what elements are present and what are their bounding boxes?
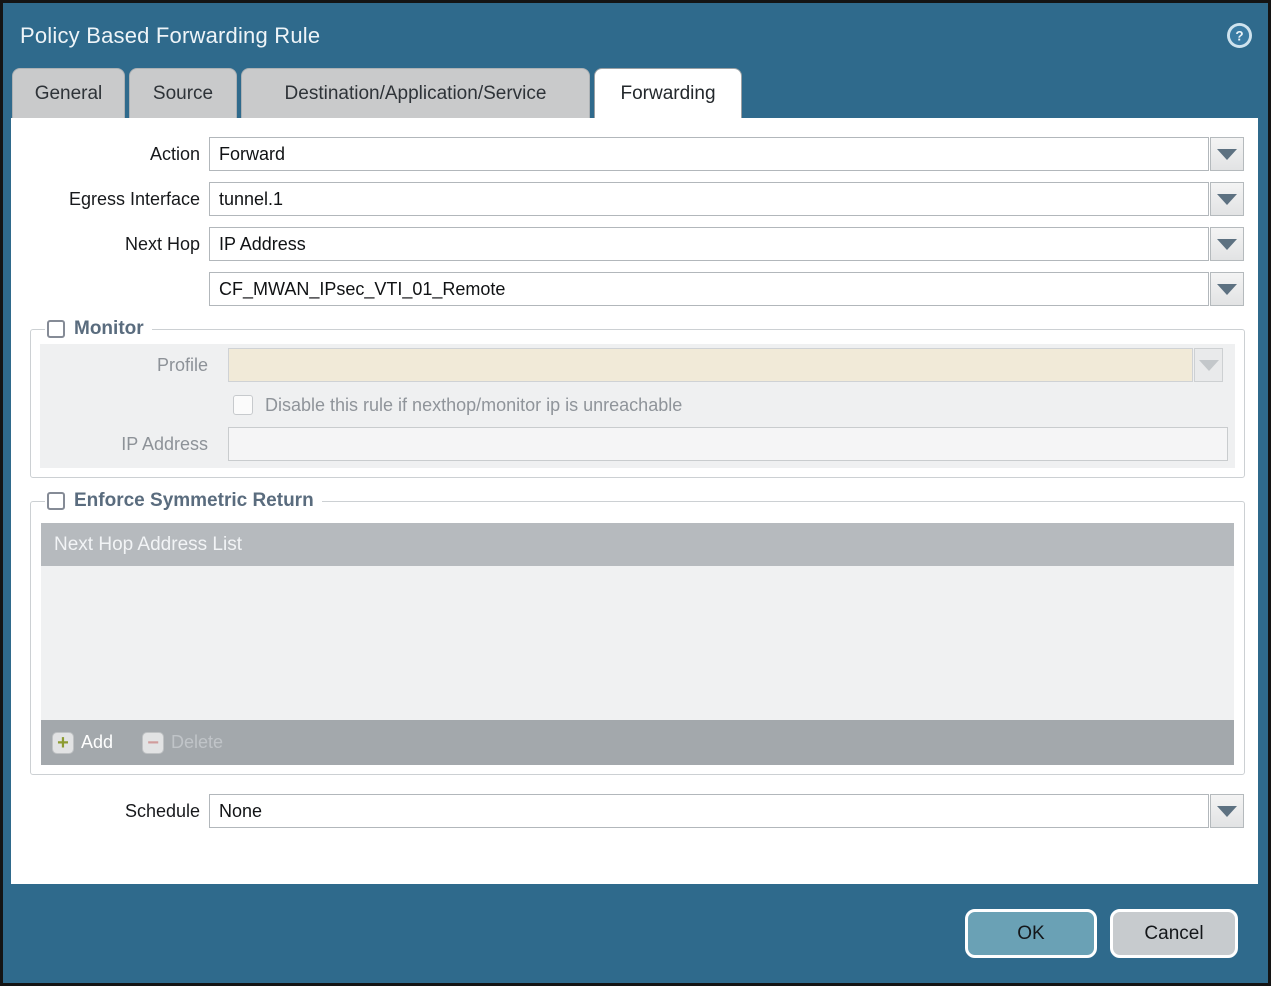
profile-dropdown-button <box>1194 348 1223 382</box>
next-hop-address-value: CF_MWAN_IPsec_VTI_01_Remote <box>209 272 1209 306</box>
next-hop-type-select[interactable]: IP Address <box>209 227 1244 261</box>
egress-interface-select[interactable]: tunnel.1 <box>209 182 1244 216</box>
monitor-legend: Monitor <box>45 318 152 340</box>
action-select[interactable]: Forward <box>209 137 1244 171</box>
enforce-symmetric-return-title: Enforce Symmetric Return <box>74 490 314 511</box>
delete-icon: − <box>142 731 165 754</box>
chevron-down-icon <box>1217 805 1237 817</box>
enforce-symmetric-return-group: Enforce Symmetric Return Next Hop Addres… <box>30 490 1245 775</box>
add-icon: + <box>52 731 74 754</box>
tab-general[interactable]: General <box>12 68 125 118</box>
dialog-titlebar: Policy Based Forwarding Rule ? <box>3 3 1268 68</box>
chevron-down-icon <box>1217 193 1237 205</box>
schedule-dropdown-button[interactable] <box>1210 794 1244 828</box>
help-button[interactable]: ? <box>1226 22 1253 49</box>
policy-based-forwarding-dialog: Policy Based Forwarding Rule ? General S… <box>0 0 1271 986</box>
delete-button: − Delete <box>142 731 224 754</box>
dialog-footer: OK Cancel <box>3 884 1268 983</box>
profile-row: Profile <box>41 348 1229 382</box>
next-hop-address-list-table: Next Hop Address List + Add − Delete <box>41 523 1234 765</box>
egress-interface-value: tunnel.1 <box>209 182 1209 216</box>
schedule-value: None <box>209 794 1209 828</box>
egress-interface-dropdown-button[interactable] <box>1210 182 1244 216</box>
disable-rule-checkbox <box>233 395 253 415</box>
next-hop-address-list-toolbar: + Add − Delete <box>41 720 1234 765</box>
action-row: Action Forward <box>11 137 1244 171</box>
svg-text:?: ? <box>1235 28 1243 43</box>
monitor-ip-address-input <box>228 427 1228 461</box>
tab-forwarding[interactable]: Forwarding <box>594 68 742 118</box>
chevron-down-icon <box>1217 283 1237 295</box>
add-button[interactable]: + Add <box>52 731 114 754</box>
monitor-ip-address-label: IP Address <box>121 433 208 454</box>
cancel-button[interactable]: Cancel <box>1110 909 1238 958</box>
chevron-down-icon <box>1217 148 1237 160</box>
next-hop-address-row: CF_MWAN_IPsec_VTI_01_Remote <box>11 272 1244 306</box>
schedule-select[interactable]: None <box>209 794 1244 828</box>
tab-source[interactable]: Source <box>129 68 237 118</box>
next-hop-address-dropdown-button[interactable] <box>1210 272 1244 306</box>
enforce-symmetric-return-checkbox[interactable] <box>47 492 65 510</box>
chevron-down-icon <box>1217 238 1237 250</box>
profile-label: Profile <box>156 354 208 375</box>
monitor-title: Monitor <box>74 318 144 339</box>
monitor-ip-address-row: IP Address <box>41 427 1229 461</box>
disable-rule-row: Disable this rule if nexthop/monitor ip … <box>233 392 1229 418</box>
profile-value <box>228 348 1193 382</box>
forwarding-tab-panel: Action Forward Egress Interface tunnel.1… <box>11 118 1258 884</box>
next-hop-address-select[interactable]: CF_MWAN_IPsec_VTI_01_Remote <box>209 272 1244 306</box>
dialog-title: Policy Based Forwarding Rule <box>20 22 321 48</box>
next-hop-dropdown-button[interactable] <box>1210 227 1244 261</box>
next-hop-type-value: IP Address <box>209 227 1209 261</box>
action-value: Forward <box>209 137 1209 171</box>
action-label: Action <box>149 143 200 164</box>
next-hop-address-list-header: Next Hop Address List <box>41 523 1234 566</box>
monitor-checkbox[interactable] <box>47 320 65 338</box>
tab-destination-application-service[interactable]: Destination/Application/Service <box>241 68 590 118</box>
schedule-row: Schedule None <box>11 794 1244 828</box>
disable-rule-label: Disable this rule if nexthop/monitor ip … <box>265 394 683 415</box>
next-hop-address-list-body <box>41 566 1234 720</box>
monitor-group: Monitor Profile Disable this rule if nex… <box>30 318 1245 478</box>
egress-interface-label: Egress Interface <box>68 188 200 209</box>
action-dropdown-button[interactable] <box>1210 137 1244 171</box>
help-icon: ? <box>1226 23 1253 52</box>
schedule-label: Schedule <box>124 800 200 821</box>
next-hop-label: Next Hop <box>124 233 200 254</box>
add-button-label: Add <box>81 732 114 752</box>
tab-strip: General Source Destination/Application/S… <box>3 68 1268 118</box>
monitor-panel: Profile Disable this rule if nexthop/mon… <box>40 344 1235 468</box>
chevron-down-icon <box>1198 359 1219 371</box>
delete-button-label: Delete <box>171 732 224 752</box>
egress-interface-row: Egress Interface tunnel.1 <box>11 182 1244 216</box>
profile-select <box>228 348 1223 382</box>
enforce-symmetric-return-legend: Enforce Symmetric Return <box>45 490 322 512</box>
next-hop-row: Next Hop IP Address <box>11 227 1244 261</box>
ok-button[interactable]: OK <box>965 909 1097 958</box>
